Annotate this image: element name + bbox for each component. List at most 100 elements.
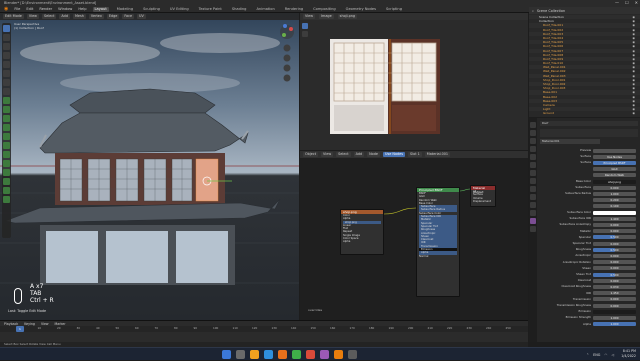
taskbar-app-icon[interactable] [264,350,273,359]
playback-menu[interactable]: Playback [4,322,18,326]
tray-overflow-icon[interactable]: ⌃ [586,353,589,357]
property-value-field[interactable]: 0.100 [593,204,636,209]
scale-tool-icon[interactable] [3,61,10,68]
move-tool-icon[interactable] [3,43,10,50]
property-value-field[interactable]: 0.000 [593,229,636,234]
principled-bsdf-node[interactable]: Principled BSDF BSDF GGX Random Walk Bas… [416,187,460,297]
material-slot-list[interactable] [540,129,638,137]
property-value-field[interactable]: 1.450 [593,291,636,296]
taskbar-app-icon[interactable] [320,350,329,359]
object-name-field[interactable]: Roof [540,121,638,126]
render-tab-icon[interactable] [530,130,536,136]
taskbar-app-icon[interactable] [348,350,357,359]
mesh-menu[interactable]: Mesh [72,14,86,19]
constraints-tab-icon[interactable] [530,202,536,208]
image-name-field[interactable]: shoji.png [337,14,358,19]
property-value-field[interactable]: 0.000 [593,222,636,227]
outliner-search-icon[interactable]: ⌕ [532,9,534,13]
properties-editor[interactable]: Roof Material.001 Preview Surface Use Node… [529,118,640,342]
menu-help[interactable]: Help [78,7,86,11]
taskbar-clock[interactable]: 8:41 PM 1/4/2022 [621,349,636,359]
loop-cut-tool-icon[interactable] [3,124,10,131]
current-frame-indicator[interactable]: 1 [16,326,24,332]
smooth-tool-icon[interactable] [3,160,10,167]
image-editor[interactable]: View Image shoji.png [300,13,528,150]
edge-slide-tool-icon[interactable] [3,169,10,176]
property-value-field[interactable]: 0.000 [593,260,636,265]
scene-tab-icon[interactable] [530,154,536,160]
property-value-field[interactable]: 1.000 [593,315,636,320]
select-menu[interactable]: Select [41,14,57,19]
transform-tool-icon[interactable] [3,70,10,77]
property-value-field[interactable]: Random Walk [593,173,636,178]
language-indicator[interactable]: ENG [593,353,600,357]
navigation-gizmo[interactable] [277,23,297,98]
material-tab-icon[interactable] [530,218,536,224]
workspace-tab-modeling[interactable]: Modeling [115,7,135,12]
shader-node-editor[interactable]: Object View Select Add Node Use Nodes Sl… [300,151,528,320]
knife-tool-icon[interactable] [3,133,10,140]
property-value-field[interactable]: 0.000 [593,266,636,271]
taskbar-app-icon[interactable] [306,350,315,359]
cursor-tool-icon[interactable] [3,34,10,41]
timeline-view-menu[interactable]: View [41,322,49,326]
workspace-tab-texture-paint[interactable]: Texture Paint [197,7,224,12]
sample-tool-icon[interactable] [302,23,308,29]
annotate-tool-icon[interactable] [3,79,10,86]
property-value-field[interactable]: 1.000 [593,191,636,196]
workspace-tab-uv-editing[interactable]: UV Editing [168,7,191,12]
image-menu[interactable]: Image [319,14,334,19]
taskbar-app-icon[interactable] [278,350,287,359]
face-menu[interactable]: Face [122,14,135,19]
property-value-field[interactable]: 0.000 [593,241,636,246]
bevel-tool-icon[interactable] [3,115,10,122]
property-value-field[interactable]: GGX [593,167,636,172]
outliner-row[interactable]: Ground ◉ [529,111,640,115]
menu-render[interactable]: Render [39,7,52,11]
outliner[interactable]: ⌕ Scene Collection Scene Collection ◉ Coll… [529,7,640,117]
menu-edit[interactable]: Edit [26,7,33,11]
property-value-field[interactable] [593,309,636,314]
shrink-fatten-tool-icon[interactable] [3,178,10,185]
property-value-field[interactable]: Principled BSDF [593,160,636,165]
workspace-tab-layout[interactable]: Layout [92,6,109,12]
property-value-field[interactable]: 0.500 [593,235,636,240]
uv-menu[interactable]: UV [137,14,146,19]
menu-window[interactable]: Window [58,7,72,11]
texture-tab-icon[interactable] [530,226,536,232]
workspace-tab-geometry-nodes[interactable]: Geometry Nodes [344,7,378,12]
taskbar-app-icon[interactable] [250,350,259,359]
data-tab-icon[interactable] [530,210,536,216]
workspace-tab-scripting[interactable]: Scripting [384,7,404,12]
taskbar-app-icon[interactable] [236,350,245,359]
measure-tool-icon[interactable] [3,88,10,95]
property-value-field[interactable]: 0.000 [593,297,636,302]
property-value-field[interactable]: 1.400 [593,216,636,221]
property-value-field[interactable] [593,210,636,215]
viewport-scene[interactable] [0,13,299,320]
property-value-field[interactable]: 0.000 [593,185,636,190]
timeline[interactable]: Playback Keying View Marker 010203040506… [0,320,528,342]
node-field[interactable]: Alpha [341,240,383,243]
3d-viewport[interactable]: Edit Mode View Select Add Mesh Vertex Ed… [0,13,299,320]
vertex-menu[interactable]: Vertex [88,14,104,19]
property-value-field[interactable]: 0.000 [593,253,636,258]
extrude-tool-icon[interactable] [3,97,10,104]
timeline-ruler[interactable]: 0102030405060708090100110120130140150160… [0,326,528,332]
visibility-eye-icon[interactable]: ◉ [632,111,636,115]
workspace-tab-sculpting[interactable]: Sculpting [141,7,162,12]
property-value-field[interactable]: 0.200 [593,198,636,203]
poly-build-tool-icon[interactable] [3,142,10,149]
inset-tool-icon[interactable] [3,106,10,113]
object-tab-icon[interactable] [530,170,536,176]
taskbar-app-icon[interactable] [334,350,343,359]
property-value-field[interactable]: shoji.png [593,179,636,184]
view-menu[interactable]: View [26,14,39,19]
tool-tab-icon[interactable] [530,122,536,128]
windows-start-icon[interactable] [222,350,231,359]
physics-tab-icon[interactable] [530,194,536,200]
workspace-tab-rendering[interactable]: Rendering [283,7,305,12]
wifi-icon[interactable]: ◠ [604,353,607,357]
taskbar-app-icon[interactable] [292,350,301,359]
property-value-field[interactable]: 1.000 [593,322,636,327]
